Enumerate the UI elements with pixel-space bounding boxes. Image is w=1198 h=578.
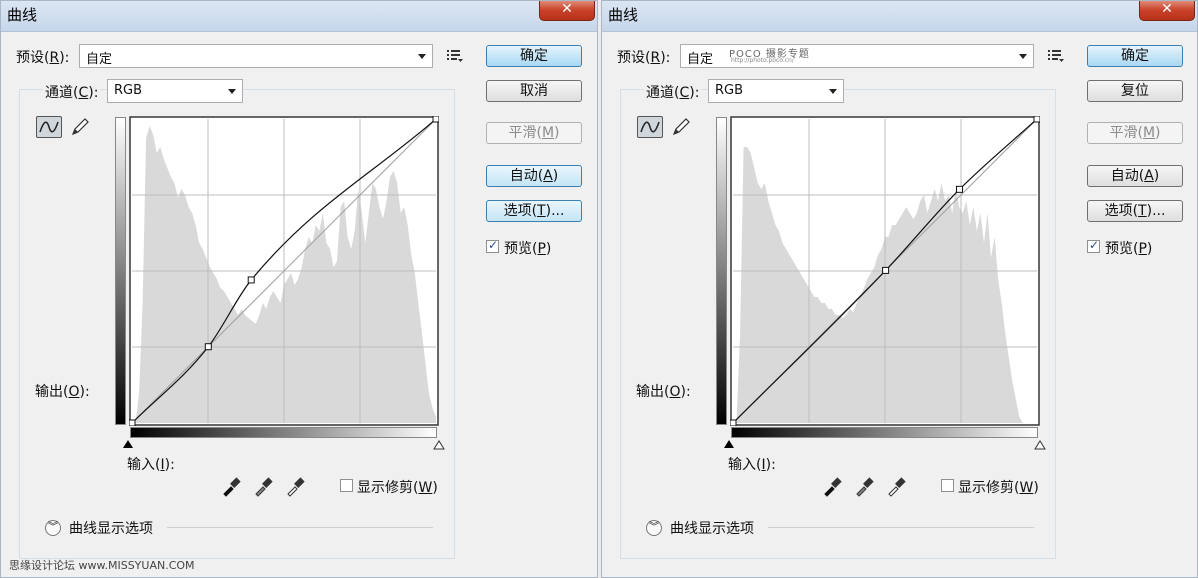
dialog-title: 曲线 xyxy=(608,6,639,24)
close-button[interactable]: ✕ xyxy=(1139,1,1195,21)
ok-button[interactable]: 确定 xyxy=(486,45,582,67)
curve-control-point xyxy=(730,419,737,426)
options-button[interactable]: 选项(T)... xyxy=(486,200,582,222)
curve-tool[interactable] xyxy=(36,116,62,138)
preset-select[interactable]: 自定 POCO 摄影专题 http://photo.poco.cn/ xyxy=(680,44,1034,68)
chevron-down-icon xyxy=(418,54,426,59)
preset-label: 预设(R): xyxy=(617,50,671,66)
curve-control-point xyxy=(204,343,212,351)
chevron-down-icon xyxy=(228,89,236,94)
poco-watermark-url: http://photo.poco.cn/ xyxy=(731,57,794,64)
white-point-slider[interactable] xyxy=(433,440,445,450)
curve-control-point xyxy=(247,276,255,284)
output-label: 输出(O): xyxy=(35,384,90,400)
white-point-slider[interactable] xyxy=(1034,440,1046,450)
curve-control-point xyxy=(129,419,136,426)
close-button[interactable]: ✕ xyxy=(539,1,595,21)
show-clipping-checkbox[interactable] xyxy=(340,479,353,492)
input-gradient-bar xyxy=(731,427,1038,438)
output-label: 输出(O): xyxy=(636,384,691,400)
white-eyedropper-icon[interactable] xyxy=(285,475,307,497)
show-clipping-label: 显示修剪(W) xyxy=(357,480,438,496)
reset-button[interactable]: 复位 xyxy=(1087,80,1183,102)
curve-control-point xyxy=(882,266,890,274)
curve-control-point xyxy=(432,116,439,123)
separator xyxy=(167,527,433,528)
white-eyedropper-icon[interactable] xyxy=(886,475,908,497)
chevron-down-icon xyxy=(829,89,837,94)
chevron-down-icon xyxy=(1019,54,1027,59)
input-label: 输入(I): xyxy=(728,457,776,473)
auto-button[interactable]: 自动(A) xyxy=(1087,165,1183,187)
channel-label: 通道(C): xyxy=(43,82,101,102)
title-bar: 曲线 ✕ xyxy=(1,1,597,32)
options-button[interactable]: 选项(T)... xyxy=(1087,200,1183,222)
channel-select[interactable]: RGB xyxy=(107,79,243,103)
curve-icon xyxy=(640,121,660,133)
expand-chevron-icon[interactable]: ︾ xyxy=(646,520,662,536)
black-point-slider[interactable] xyxy=(123,440,133,448)
smooth-button[interactable]: 平滑(M) xyxy=(1087,122,1183,144)
preview-label: 预览(P) xyxy=(1105,241,1153,257)
dialog-title: 曲线 xyxy=(7,6,38,24)
title-bar: 曲线 ✕ xyxy=(602,1,1197,32)
show-clipping-label: 显示修剪(W) xyxy=(958,480,1039,496)
curve-tool[interactable] xyxy=(637,116,663,138)
preview-label: 预览(P) xyxy=(504,241,552,257)
curves-dialog-before: 曲线 ✕ 预设(R): 自定 确定 取消 平滑(M) 自动(A) 选项(T)..… xyxy=(0,0,598,578)
preset-label: 预设(R): xyxy=(16,50,70,66)
channel-label: 通道(C): xyxy=(644,82,702,102)
channel-value: RGB xyxy=(715,83,744,98)
preset-options-icon[interactable] xyxy=(447,49,463,63)
black-eyedropper-icon[interactable] xyxy=(221,475,243,497)
input-gradient-bar xyxy=(130,427,437,438)
preview-checkbox[interactable] xyxy=(486,238,499,253)
channel-value: RGB xyxy=(114,83,143,98)
preset-select[interactable]: 自定 xyxy=(79,44,433,68)
ok-button[interactable]: 确定 xyxy=(1087,45,1183,67)
separator xyxy=(768,527,1034,528)
curve-graph[interactable] xyxy=(129,116,439,426)
curve-graph[interactable] xyxy=(730,116,1040,426)
smooth-button[interactable]: 平滑(M) xyxy=(486,122,582,144)
input-label: 输入(I): xyxy=(127,457,175,473)
curve-icon xyxy=(39,121,59,133)
black-eyedropper-icon[interactable] xyxy=(822,475,844,497)
curve-display-options-label: 曲线显示选项 xyxy=(670,521,754,537)
pencil-icon[interactable] xyxy=(67,116,93,138)
preset-value: 自定 xyxy=(687,52,714,67)
preset-value: 自定 xyxy=(86,52,113,67)
show-clipping-checkbox[interactable] xyxy=(941,479,954,492)
output-gradient-bar xyxy=(716,117,727,425)
gray-eyedropper-icon[interactable] xyxy=(854,475,876,497)
preset-options-icon[interactable] xyxy=(1048,49,1064,63)
channel-select[interactable]: RGB xyxy=(708,79,844,103)
curve-display-options-label: 曲线显示选项 xyxy=(69,521,153,537)
preview-checkbox[interactable] xyxy=(1087,238,1100,253)
footer-watermark: 思缘设计论坛 www.MISSYUAN.COM xyxy=(9,559,195,572)
expand-chevron-icon[interactable]: ︾ xyxy=(45,520,61,536)
cancel-button[interactable]: 取消 xyxy=(486,80,582,102)
output-gradient-bar xyxy=(115,117,126,425)
black-point-slider[interactable] xyxy=(724,440,734,448)
curve-control-point xyxy=(1033,116,1040,123)
auto-button[interactable]: 自动(A) xyxy=(486,165,582,187)
pencil-icon[interactable] xyxy=(668,116,694,138)
gray-eyedropper-icon[interactable] xyxy=(253,475,275,497)
curves-dialog-after: 曲线 ✕ 预设(R): 自定 POCO 摄影专题 http://photo.po… xyxy=(601,0,1198,578)
curve-control-point xyxy=(956,185,964,193)
